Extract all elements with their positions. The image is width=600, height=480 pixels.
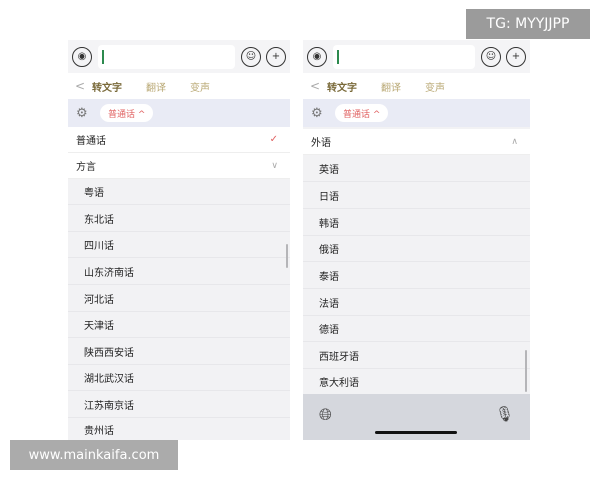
plus-icon: +	[511, 51, 521, 62]
list-item-label: 湖北武汉话	[84, 374, 134, 385]
tab-voice-change[interactable]: 变声	[425, 79, 445, 94]
tab-bar: < 转文字 翻译 变声	[303, 73, 530, 99]
list-item-label: 日语	[319, 191, 339, 203]
language-item[interactable]: 俄语	[303, 236, 530, 262]
tg-watermark: TG: MYYJJPP	[466, 9, 590, 39]
list-item-label: 外语	[311, 138, 331, 149]
home-indicator	[375, 431, 457, 434]
language-bar: ⚙ 普通话 ^	[303, 99, 530, 127]
voice-wave-icon: ◉	[312, 51, 322, 62]
tab-transcribe[interactable]: 转文字	[327, 79, 357, 94]
scrollbar[interactable]	[525, 350, 527, 392]
emoji-icon: ☺	[245, 51, 257, 62]
add-button[interactable]: +	[506, 46, 526, 67]
chevron-down-icon: ∨	[271, 160, 278, 171]
gear-icon[interactable]: ⚙	[311, 106, 327, 121]
dialect-item[interactable]: 陕西西安话	[68, 338, 290, 365]
scrollbar[interactable]	[286, 244, 288, 268]
text-caret	[337, 49, 339, 64]
list-item-label: 河北话	[84, 294, 114, 306]
list-item-dialect[interactable]: 方言 ∨	[68, 153, 290, 179]
list-item-label: 法语	[319, 298, 339, 310]
language-item[interactable]: 西班牙语	[303, 342, 530, 369]
list-item-label: 英语	[319, 164, 339, 176]
list-item-label: 四川话	[84, 241, 114, 252]
language-item[interactable]: 日语	[303, 182, 530, 209]
list-item-label: 山东济南话	[84, 267, 134, 279]
list-item-label: 德语	[319, 325, 339, 336]
language-bar: ⚙ 普通话 ^	[68, 99, 290, 127]
language-item[interactable]: 英语	[303, 155, 530, 182]
dialect-item[interactable]: 天津话	[68, 312, 290, 338]
list-item-label: 韩语	[319, 218, 339, 230]
globe-icon[interactable]: 🌐︎	[319, 405, 332, 425]
dialect-item[interactable]: 粤语	[68, 179, 290, 205]
voice-input-button[interactable]: ◉	[307, 46, 327, 67]
gear-icon[interactable]: ⚙	[76, 106, 92, 121]
dialect-item[interactable]: 东北话	[68, 205, 290, 232]
dialect-item[interactable]: 湖北武汉话	[68, 365, 290, 391]
text-input-field[interactable]	[333, 44, 475, 69]
list-item-label: 陕西西安话	[84, 347, 134, 359]
checkmark-icon: ✓	[269, 134, 278, 145]
list-item-mandarin[interactable]: 普通话 ✓	[68, 127, 290, 153]
list-item-label: 普通话	[76, 136, 106, 147]
input-toolbar: ◉ ☺ +	[68, 40, 290, 73]
dialect-item[interactable]: 四川话	[68, 232, 290, 258]
list-item-label: 东北话	[84, 214, 114, 226]
list-item-label: 贵州话	[84, 425, 114, 437]
back-button[interactable]: <	[303, 79, 327, 93]
language-item[interactable]: 韩语	[303, 209, 530, 236]
tab-transcribe[interactable]: 转文字	[92, 79, 122, 94]
text-caret	[102, 49, 104, 64]
list-item-label: 意大利语	[319, 378, 359, 389]
chevron-up-icon: ∧	[511, 136, 518, 147]
tab-voice-change[interactable]: 变声	[190, 79, 210, 94]
list-item-label: 方言	[76, 162, 96, 173]
keyboard-bottom-bar: 🌐︎ 🎙︎	[303, 394, 530, 440]
language-item[interactable]: 法语	[303, 289, 530, 316]
language-selector[interactable]: 普通话 ^	[100, 104, 154, 122]
language-selector[interactable]: 普通话 ^	[335, 104, 389, 122]
voice-wave-icon: ◉	[77, 51, 87, 62]
text-input-field[interactable]	[98, 44, 235, 69]
tab-translate[interactable]: 翻译	[381, 79, 401, 94]
dialect-item[interactable]: 山东济南话	[68, 258, 290, 285]
dialect-item[interactable]: 江苏南京话	[68, 391, 290, 418]
language-item[interactable]: 泰语	[303, 262, 530, 289]
dialect-item[interactable]: 河北话	[68, 285, 290, 312]
emoji-icon: ☺	[485, 51, 497, 62]
emoji-button[interactable]: ☺	[481, 46, 501, 67]
left-phone-panel: ◉ ☺ + < 转文字 翻译 变声 ⚙ 普通话 ^ 普通话 ✓ 方言 ∨ 粤语 …	[68, 40, 290, 440]
list-item-label: 粤语	[84, 188, 104, 199]
dialect-item[interactable]: 贵州话	[68, 418, 290, 440]
voice-input-button[interactable]: ◉	[72, 46, 92, 67]
back-button[interactable]: <	[68, 79, 92, 93]
tab-translate[interactable]: 翻译	[146, 79, 166, 94]
language-item[interactable]: 德语	[303, 316, 530, 342]
language-item[interactable]: 意大利语	[303, 369, 530, 394]
list-item-label: 西班牙语	[319, 351, 359, 363]
list-item-label: 俄语	[319, 245, 339, 256]
microphone-icon[interactable]: 🎙︎	[495, 405, 514, 423]
right-phone-panel: ◉ ☺ + < 转文字 翻译 变声 ⚙ 普通话 ^ 外语 ∧ 英语 日语 韩语 …	[303, 40, 530, 440]
emoji-button[interactable]: ☺	[241, 46, 261, 67]
plus-icon: +	[271, 51, 281, 62]
tab-bar: < 转文字 翻译 变声	[68, 73, 290, 99]
add-button[interactable]: +	[266, 46, 286, 67]
list-item-label: 天津话	[84, 321, 114, 332]
list-item-label: 江苏南京话	[84, 400, 134, 412]
list-item-label: 泰语	[319, 271, 339, 283]
site-watermark: www.mainkaifa.com	[10, 440, 178, 470]
input-toolbar: ◉ ☺ +	[303, 40, 530, 73]
list-item-foreign-languages[interactable]: 外语 ∧	[303, 129, 530, 155]
